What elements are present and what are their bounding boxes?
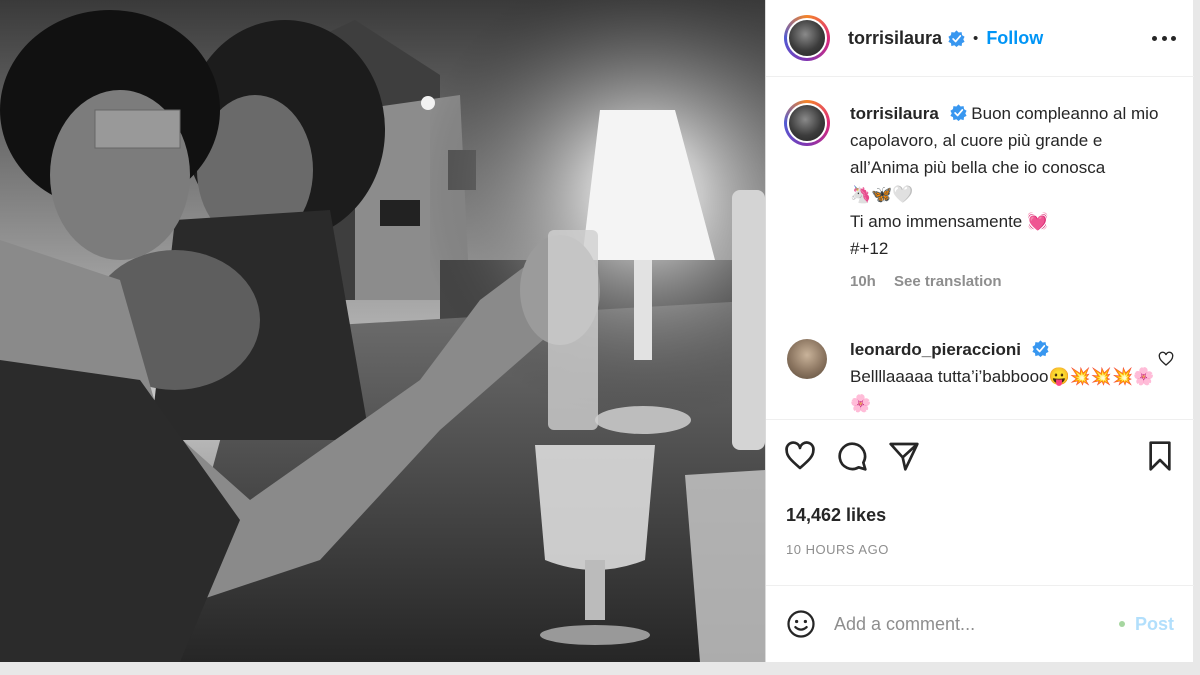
comment-username[interactable]: leonardo_pieraccioni bbox=[850, 340, 1021, 359]
caption-line-2: Ti amo immensamente 💓 bbox=[850, 212, 1049, 231]
more-horizontal-icon[interactable] bbox=[1152, 26, 1176, 50]
post-photo[interactable] bbox=[0, 0, 765, 662]
post-comment-button[interactable]: Post bbox=[1118, 613, 1174, 635]
commenter-avatar[interactable] bbox=[787, 339, 827, 379]
verified-badge-icon bbox=[949, 104, 967, 121]
comment-icon[interactable] bbox=[836, 440, 868, 472]
comments-section[interactable]: torrisilaura Buon compleanno al mio capo… bbox=[766, 78, 1194, 420]
caption-username[interactable]: torrisilaura bbox=[850, 104, 939, 123]
send-icon[interactable] bbox=[888, 440, 920, 472]
add-comment-bar: Add a comment... Post bbox=[766, 585, 1194, 662]
heart-icon[interactable] bbox=[784, 440, 816, 472]
caption-avatar[interactable] bbox=[784, 100, 830, 146]
post-side-panel: torrisilaura • Follow torrisilaura Buon … bbox=[765, 0, 1194, 662]
avatar[interactable] bbox=[784, 15, 830, 61]
comment-text: Bellllaaaaa tutta’i’babbooo😛💥💥💥🌸🌸 bbox=[850, 367, 1155, 413]
caption-time[interactable]: 10h bbox=[850, 273, 876, 290]
caption-emoji: 🦄🦋🤍 bbox=[850, 185, 914, 204]
post-button-label: Post bbox=[1134, 613, 1174, 634]
bookmark-icon[interactable] bbox=[1144, 440, 1176, 472]
post-actions bbox=[784, 440, 1176, 480]
caption-meta: 10h See translation bbox=[850, 268, 1170, 295]
likes-count[interactable]: 14,462 likes bbox=[786, 505, 886, 526]
verified-badge-icon bbox=[948, 29, 965, 47]
comment-row: leonardo_pieraccioni Bellllaaaaa tutta’i… bbox=[784, 336, 1170, 417]
follow-button[interactable]: Follow bbox=[986, 28, 1043, 49]
verified-badge-icon bbox=[1032, 340, 1049, 357]
caption-row: torrisilaura Buon compleanno al mio capo… bbox=[784, 100, 1170, 295]
separator-dot: • bbox=[973, 29, 979, 47]
photo-image bbox=[0, 0, 765, 662]
post-header: torrisilaura • Follow bbox=[766, 0, 1194, 77]
comment-like-heart-icon[interactable] bbox=[1158, 351, 1174, 367]
post-username[interactable]: torrisilaura bbox=[848, 28, 942, 49]
status-dot bbox=[1118, 621, 1125, 627]
caption-hashtag[interactable]: #+12 bbox=[850, 235, 1170, 262]
screenshot-frame: torrisilaura • Follow torrisilaura Buon … bbox=[0, 0, 1200, 675]
add-comment-input[interactable]: Add a comment... bbox=[834, 614, 1119, 635]
post-timestamp[interactable]: 10 HOURS AGO bbox=[786, 542, 889, 557]
emoji-icon[interactable] bbox=[786, 609, 816, 639]
see-translation-link[interactable]: See translation bbox=[894, 273, 1002, 290]
